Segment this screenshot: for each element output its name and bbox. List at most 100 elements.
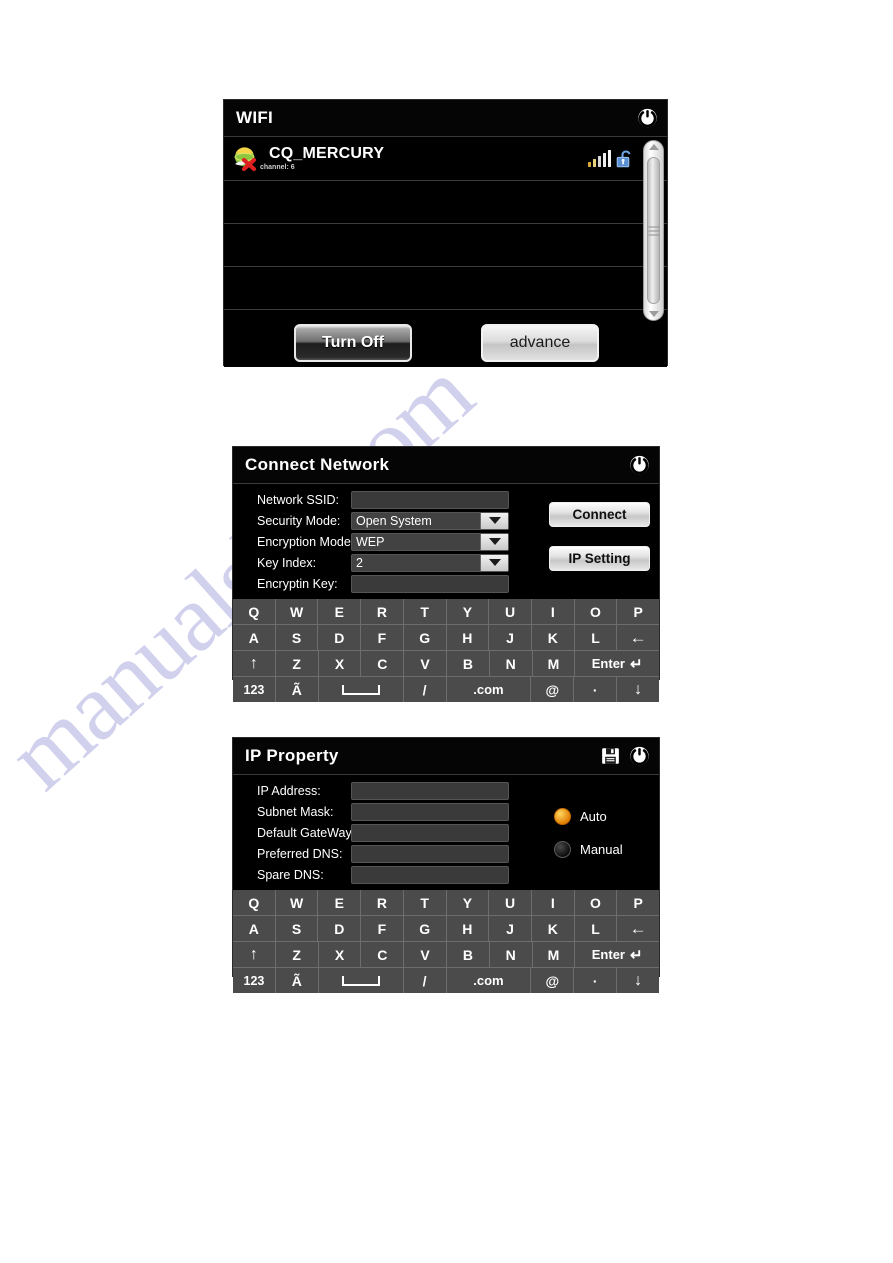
key-accents[interactable]: Ã	[276, 677, 319, 702]
key-i[interactable]: I	[532, 890, 575, 915]
key-g[interactable]: G	[404, 916, 447, 941]
key-dot[interactable]: ·	[574, 968, 618, 993]
key-at[interactable]: @	[531, 677, 575, 702]
key-w[interactable]: W	[276, 890, 319, 915]
chevron-down-icon[interactable]	[480, 512, 508, 529]
power-icon[interactable]	[629, 455, 650, 476]
key-j[interactable]: J	[489, 625, 532, 650]
key-space[interactable]	[319, 677, 404, 702]
key-at[interactable]: @	[531, 968, 575, 993]
ip-address-input[interactable]	[351, 781, 509, 800]
key-p[interactable]: P	[617, 599, 659, 624]
key-k[interactable]: K	[532, 625, 575, 650]
key-o[interactable]: O	[575, 890, 618, 915]
key-space[interactable]	[319, 968, 404, 993]
encryption-key-input[interactable]	[351, 574, 509, 593]
floppy-save-icon[interactable]	[601, 747, 620, 766]
key-v[interactable]: V	[404, 942, 447, 967]
key-g[interactable]: G	[404, 625, 447, 650]
key-slash[interactable]: /	[404, 968, 447, 993]
preferred-dns-input[interactable]	[351, 844, 509, 863]
key-enter[interactable]: Enter ↵	[575, 651, 659, 676]
key-enter[interactable]: Enter ↵	[575, 942, 659, 967]
key-f[interactable]: F	[361, 916, 404, 941]
key-slash[interactable]: /	[404, 677, 447, 702]
key-c[interactable]: C	[361, 942, 405, 967]
key-z[interactable]: Z	[276, 651, 319, 676]
key-dotcom[interactable]: .com	[447, 968, 532, 993]
key-t[interactable]: T	[404, 890, 447, 915]
key-t[interactable]: T	[404, 599, 447, 624]
ip-setting-button[interactable]: IP Setting	[549, 546, 650, 571]
connect-button[interactable]: Connect	[549, 502, 650, 527]
key-numbers[interactable]: 123	[233, 677, 276, 702]
key-numbers[interactable]: 123	[233, 968, 276, 993]
network-list-scrollbar[interactable]	[643, 140, 664, 321]
key-a[interactable]: A	[233, 916, 276, 941]
key-accents[interactable]: Ã	[276, 968, 319, 993]
key-b[interactable]: B	[447, 651, 490, 676]
key-n[interactable]: N	[490, 651, 533, 676]
on-screen-keyboard[interactable]: Q W E R T Y U I O P A S D F G H J K L ← …	[233, 598, 659, 702]
key-a[interactable]: A	[233, 625, 276, 650]
key-r[interactable]: R	[361, 599, 404, 624]
wifi-network-list[interactable]: CQ_MERCURY channel: 6	[224, 137, 667, 324]
chevron-down-icon[interactable]	[480, 554, 508, 571]
power-icon[interactable]	[637, 108, 658, 129]
key-o[interactable]: O	[575, 599, 618, 624]
key-u[interactable]: U	[489, 599, 532, 624]
radio-auto-indicator[interactable]	[554, 807, 571, 825]
key-e[interactable]: E	[318, 599, 362, 624]
key-w[interactable]: W	[276, 599, 319, 624]
scroll-up-arrow-icon[interactable]	[648, 144, 659, 150]
key-down-arrow[interactable]: ↓	[617, 968, 659, 993]
key-r[interactable]: R	[361, 890, 404, 915]
key-s[interactable]: S	[276, 625, 319, 650]
encryption-mode-dropdown[interactable]: WEP	[351, 532, 509, 551]
key-u[interactable]: U	[489, 890, 532, 915]
key-d[interactable]: D	[318, 625, 362, 650]
key-p[interactable]: P	[617, 890, 659, 915]
key-h[interactable]: H	[447, 625, 490, 650]
key-q[interactable]: Q	[233, 890, 276, 915]
key-c[interactable]: C	[361, 651, 405, 676]
radio-option-manual[interactable]: Manual	[554, 840, 659, 858]
key-l[interactable]: L	[575, 625, 618, 650]
key-shift[interactable]: ↑	[233, 651, 276, 676]
key-dot[interactable]: ·	[574, 677, 618, 702]
scrollbar-thumb[interactable]	[647, 157, 660, 304]
key-j[interactable]: J	[489, 916, 532, 941]
key-backspace[interactable]: ←	[617, 916, 659, 941]
security-mode-dropdown[interactable]: Open System	[351, 511, 509, 530]
turn-off-button[interactable]: Turn Off	[294, 324, 412, 362]
key-k[interactable]: K	[532, 916, 575, 941]
key-y[interactable]: Y	[447, 890, 490, 915]
scroll-down-arrow-icon[interactable]	[648, 311, 659, 317]
key-backspace[interactable]: ←	[617, 625, 659, 650]
key-q[interactable]: Q	[233, 599, 276, 624]
network-ssid-input[interactable]	[351, 490, 509, 509]
default-gateway-input[interactable]	[351, 823, 509, 842]
key-h[interactable]: H	[447, 916, 490, 941]
key-s[interactable]: S	[276, 916, 319, 941]
network-list-item[interactable]: CQ_MERCURY channel: 6	[224, 137, 667, 181]
key-x[interactable]: X	[319, 651, 362, 676]
key-e[interactable]: E	[318, 890, 362, 915]
radio-option-auto[interactable]: Auto	[554, 807, 659, 825]
spare-dns-input[interactable]	[351, 865, 509, 884]
key-d[interactable]: D	[318, 916, 362, 941]
key-n[interactable]: N	[490, 942, 533, 967]
key-x[interactable]: X	[319, 942, 362, 967]
key-l[interactable]: L	[575, 916, 618, 941]
key-y[interactable]: Y	[447, 599, 490, 624]
key-f[interactable]: F	[361, 625, 404, 650]
key-dotcom[interactable]: .com	[447, 677, 532, 702]
key-m[interactable]: M	[533, 942, 576, 967]
chevron-down-icon[interactable]	[480, 533, 508, 550]
key-i[interactable]: I	[532, 599, 575, 624]
key-shift[interactable]: ↑	[233, 942, 276, 967]
key-v[interactable]: V	[404, 651, 447, 676]
advance-button[interactable]: advance	[481, 324, 599, 362]
key-index-dropdown[interactable]: 2	[351, 553, 509, 572]
subnet-mask-input[interactable]	[351, 802, 509, 821]
